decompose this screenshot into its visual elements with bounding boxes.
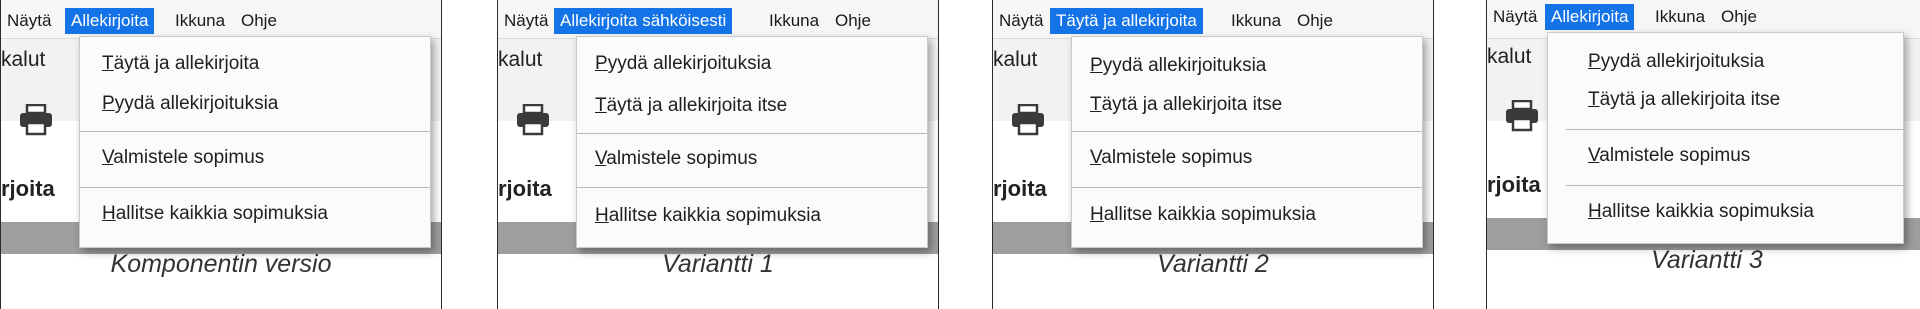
menu-separator [577, 187, 927, 188]
panel-variant-2: Näytä Täytä ja allekirjoita Ikkuna Ohje … [992, 0, 1434, 309]
menu-item-request-signatures[interactable]: Pyydä allekirjoituksia [1588, 51, 1764, 73]
menu-separator [1072, 187, 1422, 188]
printer-icon[interactable] [1505, 100, 1539, 132]
printer-icon[interactable] [516, 104, 550, 136]
menu-item-request-signatures[interactable]: Pyydä allekirjoituksia [102, 93, 278, 115]
menu-window[interactable]: Ikkuna [1225, 8, 1287, 34]
menu-fill-and-sign[interactable]: Täytä ja allekirjoita [1050, 8, 1203, 34]
sign-dropdown-menu: Täytä ja allekirjoita Pyydä allekirjoitu… [79, 36, 431, 248]
menu-item-request-signatures[interactable]: Pyydä allekirjoituksia [1090, 55, 1266, 77]
menu-window[interactable]: Ikkuna [763, 8, 825, 34]
menu-item-manage-agreements[interactable]: Hallitse kaikkia sopimuksia [102, 203, 328, 225]
printer-icon[interactable] [1011, 104, 1045, 136]
menu-item-prepare-agreement[interactable]: Valmistele sopimus [595, 148, 757, 170]
sign-tool-label: rjoita [1487, 172, 1541, 197]
menu-help[interactable]: Ohje [235, 8, 283, 34]
tools-label[interactable]: kalut [993, 48, 1037, 72]
sign-tool-label: rjoita [993, 176, 1047, 201]
menu-item-prepare-agreement[interactable]: Valmistele sopimus [1588, 145, 1750, 167]
menu-item-prepare-agreement[interactable]: Valmistele sopimus [102, 147, 264, 169]
menu-item-fill-and-sign-self[interactable]: Täytä ja allekirjoita itse [1090, 94, 1282, 116]
menu-view[interactable]: Näytä [993, 8, 1049, 34]
menu-separator [80, 187, 430, 188]
menu-item-request-signatures[interactable]: Pyydä allekirjoituksia [595, 53, 771, 75]
menu-item-fill-and-sign[interactable]: Täytä ja allekirjoita [102, 53, 259, 75]
panel-variant-1: Näytä Allekirjoita sähköisesti Ikkuna Oh… [497, 0, 939, 309]
sign-tool-label: rjoita [1, 176, 55, 201]
menu-item-fill-and-sign-self[interactable]: Täytä ja allekirjoita itse [595, 95, 787, 117]
menu-sign[interactable]: Allekirjoita [65, 8, 155, 34]
tools-label[interactable]: kalut [1, 48, 45, 72]
menu-bar: Näytä Allekirjoita Ikkuna Ohje [1, 0, 441, 39]
tools-label[interactable]: kalut [1487, 45, 1531, 69]
panel-caption: Variantti 2 [1157, 250, 1269, 278]
menu-item-prepare-agreement[interactable]: Valmistele sopimus [1090, 147, 1252, 169]
sign-dropdown-menu: Pyydä allekirjoituksia Täytä ja allekirj… [1071, 36, 1423, 248]
menu-item-manage-agreements[interactable]: Hallitse kaikkia sopimuksia [1588, 201, 1814, 223]
panel-caption: Variantti 3 [1651, 246, 1763, 274]
menu-sign[interactable]: Allekirjoita [1545, 4, 1635, 30]
menu-separator [1566, 129, 1903, 130]
menu-view[interactable]: Näytä [1, 8, 57, 34]
panel-component-version: Näytä Allekirjoita Ikkuna Ohje kalut rjo… [0, 0, 442, 309]
menu-window[interactable]: Ikkuna [1649, 4, 1711, 30]
menu-help[interactable]: Ohje [829, 8, 877, 34]
sign-tool-label: rjoita [498, 176, 552, 201]
menu-view[interactable]: Näytä [1487, 4, 1543, 30]
menu-window[interactable]: Ikkuna [169, 8, 231, 34]
menu-bar: Näytä Allekirjoita sähköisesti Ikkuna Oh… [498, 0, 938, 39]
menu-item-manage-agreements[interactable]: Hallitse kaikkia sopimuksia [1090, 204, 1316, 226]
printer-icon[interactable] [19, 104, 53, 136]
menu-help[interactable]: Ohje [1715, 4, 1763, 30]
sign-dropdown-menu: Pyydä allekirjoituksia Täytä ja allekirj… [1547, 32, 1904, 244]
menu-separator [1072, 131, 1422, 132]
menu-sign-electronically[interactable]: Allekirjoita sähköisesti [554, 8, 733, 34]
tools-label[interactable]: kalut [498, 48, 542, 72]
panel-variant-3: Näytä Allekirjoita Ikkuna Ohje kalut rjo… [1486, 0, 1920, 309]
menu-separator [80, 131, 430, 132]
menu-item-manage-agreements[interactable]: Hallitse kaikkia sopimuksia [595, 205, 821, 227]
menu-view[interactable]: Näytä [498, 8, 554, 34]
panel-caption: Variantti 1 [662, 250, 774, 278]
menu-separator [577, 133, 927, 134]
menu-help[interactable]: Ohje [1291, 8, 1339, 34]
panel-caption: Komponentin versio [110, 250, 332, 278]
sign-dropdown-menu: Pyydä allekirjoituksia Täytä ja allekirj… [576, 36, 928, 248]
menu-item-fill-and-sign-self[interactable]: Täytä ja allekirjoita itse [1588, 89, 1780, 111]
menu-bar: Näytä Täytä ja allekirjoita Ikkuna Ohje [993, 0, 1433, 39]
menu-separator [1566, 185, 1903, 186]
